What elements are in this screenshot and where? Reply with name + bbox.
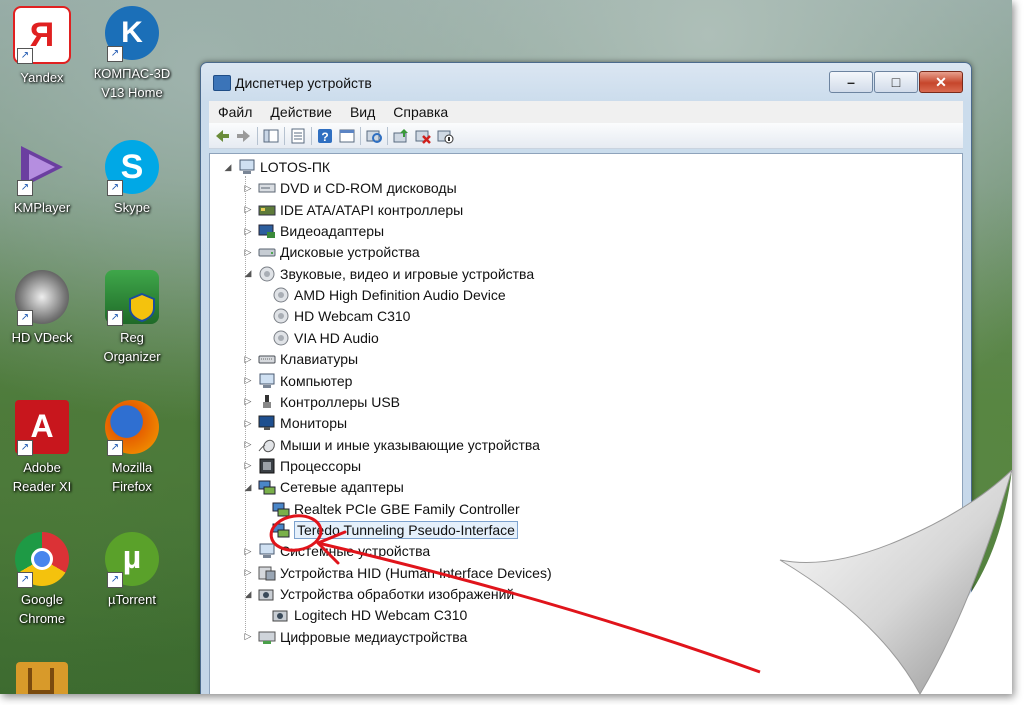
annotation-circle	[269, 514, 323, 552]
page-curl	[770, 470, 1013, 696]
annotation-arrow	[317, 541, 761, 674]
